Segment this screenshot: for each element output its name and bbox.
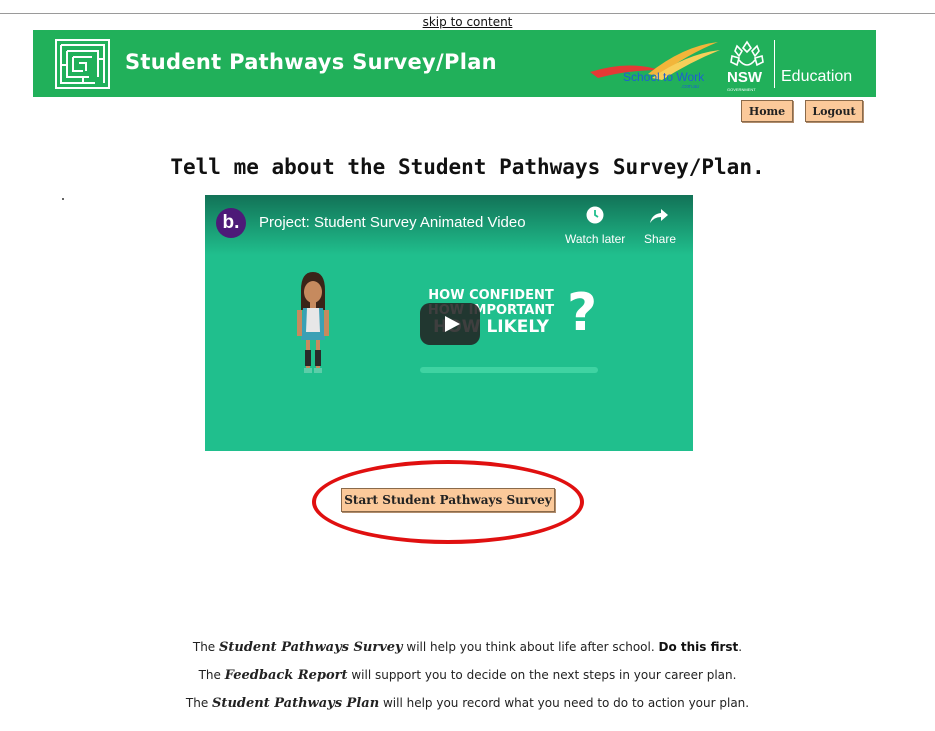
info-text: will help you think about life after sch… (402, 640, 659, 654)
frame-line-1: HOW CONFIDENT (428, 288, 554, 303)
info-emphasis: Student Pathways Plan (212, 696, 380, 711)
info-line-feedback: The Feedback Report will support you to … (0, 668, 935, 683)
school-to-work-text: School to Work (623, 70, 705, 84)
video-frame-bar (420, 367, 598, 373)
skip-to-content-link[interactable]: skip to content (423, 15, 513, 29)
share-arrow-icon[interactable] (649, 207, 669, 225)
school-to-work-sub: .com.au (681, 84, 699, 90)
play-button[interactable] (420, 303, 480, 345)
stray-dot (62, 198, 64, 200)
info-text: The (185, 696, 213, 710)
info-strong: Do this first (658, 640, 739, 654)
play-icon (445, 316, 460, 332)
info-line-plan: The Student Pathways Plan will help you … (0, 696, 935, 711)
maze-logo-icon (55, 39, 110, 89)
site-title: Student Pathways Survey/Plan (125, 50, 497, 74)
info-emphasis: Feedback Report (224, 668, 348, 683)
top-divider (0, 13, 935, 14)
info-line-survey: The Student Pathways Survey will help yo… (0, 640, 935, 655)
watch-later-label[interactable]: Watch later (565, 232, 625, 246)
page-title: Tell me about the Student Pathways Surve… (170, 155, 765, 179)
clock-icon[interactable] (586, 206, 604, 224)
nsw-government-text: GOVERNMENT (727, 87, 756, 92)
info-emphasis: Student Pathways Survey (219, 640, 403, 655)
question-mark: ? (567, 283, 598, 343)
video-title[interactable]: Project: Student Survey Animated Video (259, 214, 526, 231)
logo-divider (774, 40, 775, 88)
nsw-text: NSW (727, 69, 762, 86)
info-text: The (198, 668, 225, 682)
start-survey-button[interactable]: Start Student Pathways Survey (341, 488, 555, 512)
info-text: The (192, 640, 219, 654)
logout-button[interactable]: Logout (805, 100, 863, 122)
info-text: will support you to decide on the next s… (347, 668, 737, 682)
skip-link-container: skip to content (0, 15, 935, 29)
home-button[interactable]: Home (741, 100, 793, 122)
info-text: will help you record what you need to do… (379, 696, 750, 710)
site-banner: Student Pathways Survey/Plan School to W… (33, 30, 876, 97)
share-label[interactable]: Share (644, 232, 676, 246)
video-player[interactable]: b. Project: Student Survey Animated Vide… (205, 195, 693, 451)
channel-avatar[interactable]: b. (216, 208, 246, 238)
education-text: Education (781, 68, 853, 85)
info-text: . (738, 640, 743, 654)
cartoon-girl-image (297, 272, 329, 373)
